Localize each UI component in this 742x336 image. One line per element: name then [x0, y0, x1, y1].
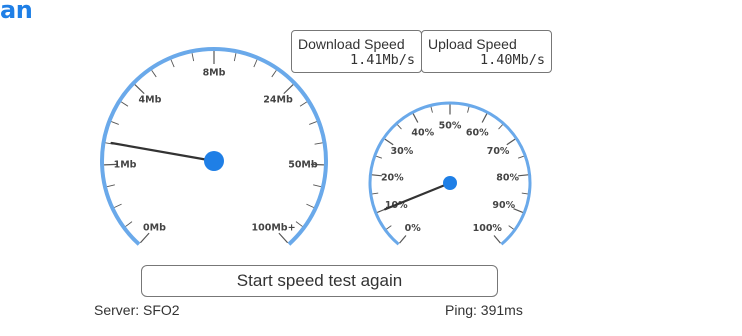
- speed-gauge-major-tick: [134, 84, 145, 95]
- speed-gauge-minor-tick: [111, 121, 119, 125]
- speed-gauge-minor-tick: [106, 184, 115, 188]
- progress-gauge-major-tick: [506, 138, 516, 146]
- speed-gauge-major-tick: [278, 232, 289, 244]
- speed-gauge-minor-tick: [253, 59, 258, 68]
- speed-gauge-hub: [204, 151, 224, 171]
- speed-gauge-tick-label: 24Mb: [263, 95, 293, 106]
- progress-gauge-tick-label: 0%: [405, 223, 422, 234]
- progress-gauge-tick-label: 80%: [496, 172, 519, 183]
- progress-gauge-tick-label: 50%: [439, 121, 462, 132]
- speed-gauge-minor-tick: [295, 221, 303, 227]
- speed-gauge-tick-label: 100Mb+: [252, 223, 296, 234]
- progress-gauge-major-tick: [481, 113, 488, 123]
- speed-gauge: 0Mb 1Mb 4Mb 8Mb 24Mb 50Mb 100Mb+: [100, 46, 328, 246]
- progress-gauge-minor-tick: [467, 106, 470, 113]
- speed-gauge-minor-tick: [151, 70, 157, 78]
- progress-gauge-minor-tick: [372, 192, 379, 195]
- progress-gauge-tick-label: 20%: [381, 172, 404, 183]
- progress-gauge-minor-tick: [517, 155, 524, 159]
- upload-speed-label: Upload Speed: [428, 36, 517, 52]
- speed-gauge-minor-tick: [299, 101, 308, 107]
- speed-gauge-tick-label: 8Mb: [203, 68, 226, 79]
- speed-gauge-major-tick: [139, 232, 150, 244]
- server-info: Server: SFO2: [94, 302, 180, 318]
- progress-gauge: 0%10%20%30%40%50%60%70%80%90%100%: [368, 101, 532, 246]
- speed-gauge-minor-tick: [313, 184, 322, 188]
- progress-gauge-minor-tick: [508, 225, 514, 230]
- speed-gauge-minor-tick: [233, 53, 237, 62]
- speed-gauge-tick-label: 1Mb: [114, 160, 137, 171]
- speed-gauge-minor-tick: [170, 59, 175, 68]
- progress-gauge-major-tick: [412, 113, 419, 123]
- speed-gauge-tick-label: 4Mb: [139, 95, 162, 106]
- download-speed-label: Download Speed: [298, 36, 405, 52]
- speed-gauge-minor-tick: [191, 53, 195, 62]
- progress-gauge-tick-label: 70%: [487, 146, 510, 157]
- progress-gauge-minor-tick: [521, 192, 528, 195]
- progress-gauge-tick-label: 60%: [466, 127, 489, 138]
- progress-gauge-minor-tick: [376, 155, 383, 159]
- progress-gauge-major-tick: [493, 235, 501, 244]
- start-speed-test-again-button[interactable]: Start speed test again: [141, 265, 498, 297]
- progress-gauge-major-tick: [384, 138, 394, 146]
- progress-gauge-hub: [443, 176, 457, 190]
- speed-gauge-minor-tick: [120, 101, 129, 107]
- speed-gauge-minor-tick: [306, 203, 314, 208]
- progress-gauge-tick-label: 30%: [391, 146, 414, 157]
- download-speed-value: 1.41Mb/s: [349, 52, 415, 68]
- progress-gauge-major-tick: [399, 235, 407, 244]
- speed-gauge-minor-tick: [309, 121, 317, 125]
- upload-speed-panel: Upload Speed 1.40Mb/s: [421, 30, 552, 73]
- speed-gauge-needle: [110, 141, 216, 163]
- download-speed-panel: Download Speed 1.41Mb/s: [291, 30, 422, 73]
- progress-gauge-tick-label: 90%: [492, 200, 515, 211]
- progress-gauge-minor-tick: [498, 124, 503, 130]
- ping-info: Ping: 391ms: [445, 302, 523, 318]
- upload-speed-value: 1.40Mb/s: [479, 52, 545, 68]
- speed-gauge-minor-tick: [271, 70, 277, 78]
- speed-gauge-minor-tick: [125, 221, 133, 227]
- speed-gauge-minor-tick: [314, 142, 323, 145]
- progress-gauge-needle: [384, 181, 452, 211]
- speed-gauge-minor-tick: [114, 203, 122, 208]
- speed-gauge-major-tick: [283, 84, 294, 95]
- progress-gauge-minor-tick: [430, 106, 433, 113]
- progress-gauge-minor-tick: [397, 124, 402, 130]
- progress-gauge-tick-label: 40%: [411, 127, 434, 138]
- speed-gauge-tick-label: 50Mb: [288, 160, 318, 171]
- speed-gauge-tick-label: 0Mb: [143, 223, 166, 234]
- progress-gauge-minor-tick: [386, 225, 392, 230]
- progress-gauge-tick-label: 100%: [473, 223, 503, 234]
- progress-gauge-major-tick: [518, 174, 529, 177]
